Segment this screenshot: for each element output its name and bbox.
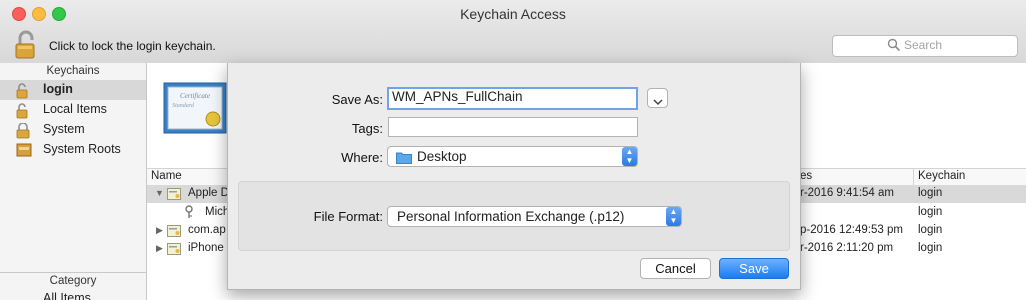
row-keychain: login [918, 187, 943, 199]
tags-label: Tags: [351, 121, 383, 136]
disclosure-triangle-right-icon[interactable]: ▶ [156, 225, 163, 236]
tags-field[interactable] [388, 117, 638, 137]
row-name: iPhone [188, 242, 224, 254]
row-keychain: login [918, 224, 943, 236]
save-as-field[interactable]: WM_APNs_FullChain [387, 87, 638, 110]
locked-padlock-icon [16, 122, 30, 139]
row-name: com.ap [188, 224, 226, 236]
certificate-icon: Certificate Standard [163, 82, 227, 134]
row-name: Mich [205, 206, 230, 218]
cancel-button[interactable]: Cancel [640, 258, 711, 279]
row-expires: r-2016 2:11:20 pm [800, 242, 894, 254]
popup-arrows-icon: ▲ ▼ [622, 147, 637, 166]
row-expires: r-2016 9:41:54 am [800, 187, 894, 199]
save-button[interactable]: Save [719, 258, 789, 279]
row-expires: p-2016 12:49:53 pm [800, 224, 903, 236]
where-value: Desktop [417, 149, 467, 164]
sidebar-item-system[interactable]: System [0, 120, 146, 140]
key-icon [184, 205, 194, 222]
unlocked-padlock-icon [16, 103, 30, 119]
file-format-label: File Format: [313, 209, 383, 224]
where-label: Where: [341, 150, 383, 165]
sidebar-item-label: System [43, 122, 85, 136]
row-keychain: login [918, 206, 943, 218]
folder-icon [396, 151, 412, 167]
row-name: Apple D [188, 187, 229, 199]
svg-text:Standard: Standard [172, 103, 195, 109]
sidebar-item-label: System Roots [43, 142, 121, 156]
sidebar-item-local-items[interactable]: Local Items [0, 100, 146, 120]
save-as-label: Save As: [331, 92, 383, 107]
keychains-header: Keychains [46, 65, 100, 77]
svg-text:Certificate: Certificate [180, 92, 210, 100]
lock-keychain-text[interactable]: Click to lock the login keychain. [49, 39, 216, 53]
sidebar-item-all-items[interactable]: All Items [0, 289, 146, 300]
cabinet-icon [16, 143, 32, 157]
sidebar-item-label: Local Items [43, 102, 107, 116]
file-format-value: Personal Information Exchange (.p12) [397, 209, 625, 224]
where-popup[interactable]: Desktop ▲ ▼ [387, 146, 638, 167]
certificate-row-icon [167, 225, 181, 240]
search-icon [887, 38, 901, 52]
popup-arrows-icon: ▲ ▼ [666, 207, 681, 226]
disclosure-triangle-right-icon[interactable]: ▶ [156, 243, 163, 254]
sidebar-item-system-roots[interactable]: System Roots [0, 140, 146, 160]
row-keychain: login [918, 242, 943, 254]
chevron-down-icon [653, 94, 663, 109]
file-format-popup[interactable]: Personal Information Exchange (.p12) ▲ ▼ [387, 206, 682, 227]
sidebar-divider [0, 272, 146, 273]
expand-sheet-button[interactable] [647, 88, 668, 108]
column-header-name[interactable]: Name [151, 170, 182, 182]
unlocked-padlock-icon[interactable] [14, 30, 40, 60]
column-header-expires[interactable]: es [800, 170, 812, 182]
disclosure-triangle-down-icon[interactable]: ▼ [155, 188, 164, 198]
unlocked-padlock-icon [16, 83, 30, 99]
sidebar-item-label: login [43, 82, 73, 96]
sidebar-item-label: All Items [43, 291, 91, 300]
search-placeholder: Search [904, 38, 943, 52]
sidebar-item-login[interactable]: login [0, 80, 146, 100]
certificate-row-icon [167, 243, 181, 258]
category-header: Category [49, 275, 97, 287]
window-title: Keychain Access [460, 6, 566, 22]
certificate-row-icon [167, 188, 181, 203]
column-header-keychain[interactable]: Keychain [918, 170, 965, 182]
